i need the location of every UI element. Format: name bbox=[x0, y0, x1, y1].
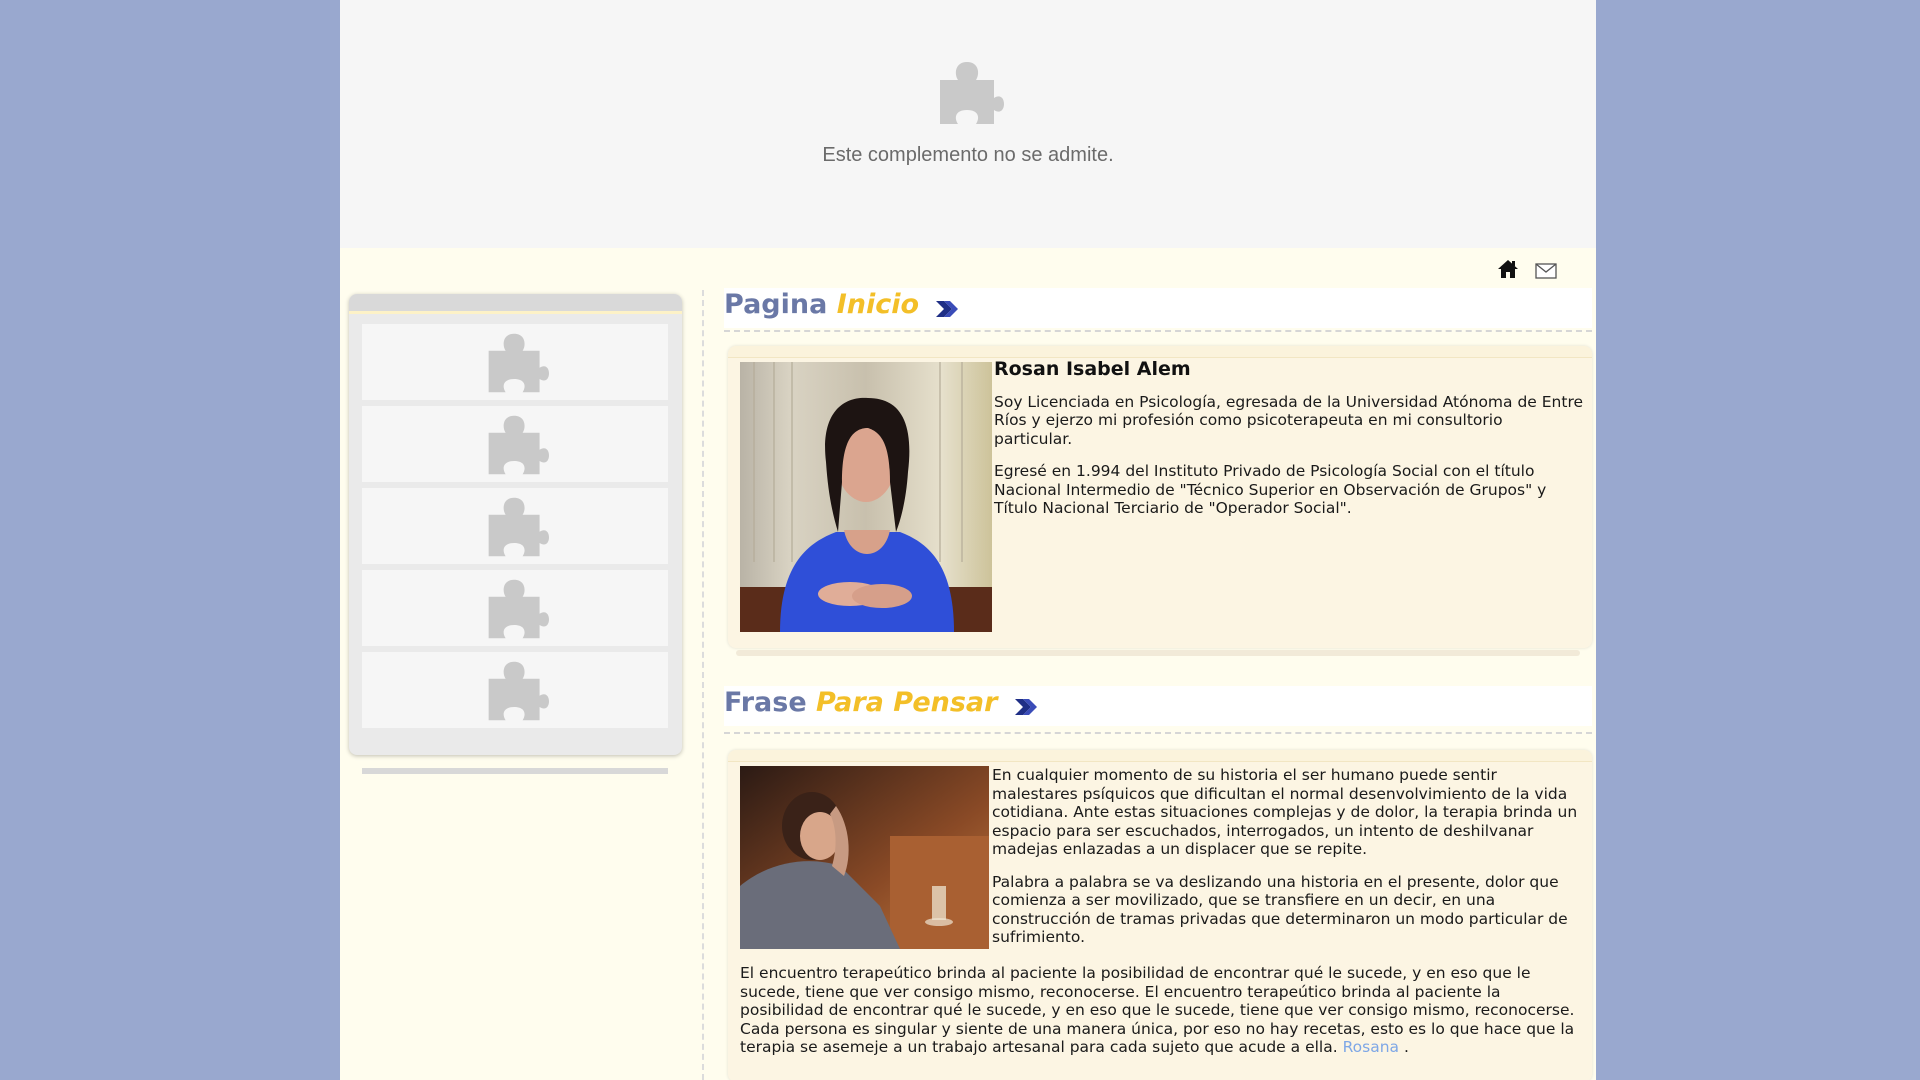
page-container: Este complemento no se admite. Pagina In… bbox=[340, 0, 1596, 1080]
main-content: Pagina Inicio Rosan Isabel Alem Soy Lice… bbox=[724, 288, 1592, 1080]
section-divider bbox=[724, 732, 1592, 734]
quote-text-top: En cualquier momento de su historia el s… bbox=[992, 766, 1584, 961]
quote-paragraph: Palabra a palabra se va deslizando una h… bbox=[992, 872, 1568, 947]
double-arrow-icon bbox=[1013, 694, 1039, 715]
title-word: Pagina bbox=[724, 289, 828, 320]
sidebar-plugin-slot[interactable] bbox=[362, 324, 668, 400]
profile-photo bbox=[740, 362, 992, 632]
mail-icon[interactable] bbox=[1535, 262, 1557, 280]
thinking-woman-photo bbox=[740, 766, 989, 949]
sidebar-plugin-slot[interactable] bbox=[362, 488, 668, 564]
author-link[interactable]: Rosana bbox=[1343, 1038, 1399, 1056]
quote-paragraph: El encuentro terapeútico brinda al pacie… bbox=[740, 964, 1575, 1056]
box-shadow-bar bbox=[736, 650, 1580, 656]
section-title-frase: Frase Para Pensar bbox=[724, 686, 1592, 726]
link-suffix: . bbox=[1399, 1038, 1409, 1056]
section-divider bbox=[724, 330, 1592, 332]
title-word: Frase bbox=[724, 687, 807, 718]
puzzle-piece-icon bbox=[483, 658, 549, 724]
puzzle-piece-icon bbox=[483, 412, 549, 478]
plugin-banner: Este complemento no se admite. bbox=[340, 0, 1596, 248]
box-header bbox=[728, 750, 1592, 762]
profile-text: Rosan Isabel Alem Soy Licenciada en Psic… bbox=[994, 360, 1584, 532]
profile-paragraph: Egresé en 1.994 del Instituto Privado de… bbox=[994, 462, 1547, 517]
sidebar-plugin-slot[interactable] bbox=[362, 652, 668, 728]
sidebar-plugin-slot[interactable] bbox=[362, 406, 668, 482]
double-arrow-icon bbox=[934, 296, 960, 317]
title-highlight: Para Pensar bbox=[816, 687, 998, 718]
profile-box: Rosan Isabel Alem Soy Licenciada en Psic… bbox=[728, 346, 1592, 648]
column-divider bbox=[702, 290, 704, 1080]
plugin-unsupported-message: Este complemento no se admite. bbox=[822, 144, 1114, 166]
profile-name: Rosan Isabel Alem bbox=[994, 358, 1191, 380]
puzzle-piece-icon bbox=[483, 576, 549, 642]
puzzle-piece-icon bbox=[934, 58, 1004, 128]
sidebar-footer-bar bbox=[362, 768, 668, 774]
quote-box: En cualquier momento de su historia el s… bbox=[728, 750, 1592, 1080]
quote-paragraph: En cualquier momento de su historia el s… bbox=[992, 766, 1578, 858]
puzzle-piece-icon bbox=[483, 330, 549, 396]
section-title-inicio: Pagina Inicio bbox=[724, 288, 1592, 328]
home-icon[interactable] bbox=[1497, 258, 1519, 280]
profile-paragraph: Soy Licenciada en Psicología, egresada d… bbox=[994, 392, 1584, 448]
box-header bbox=[728, 346, 1592, 358]
title-highlight: Inicio bbox=[836, 289, 920, 320]
sidebar-header bbox=[349, 294, 682, 314]
puzzle-piece-icon bbox=[483, 494, 549, 560]
sidebar-plugin-slot[interactable] bbox=[362, 570, 668, 646]
sidebar-panel bbox=[349, 294, 682, 755]
quote-text-bottom: El encuentro terapeútico brinda al pacie… bbox=[740, 964, 1586, 1057]
